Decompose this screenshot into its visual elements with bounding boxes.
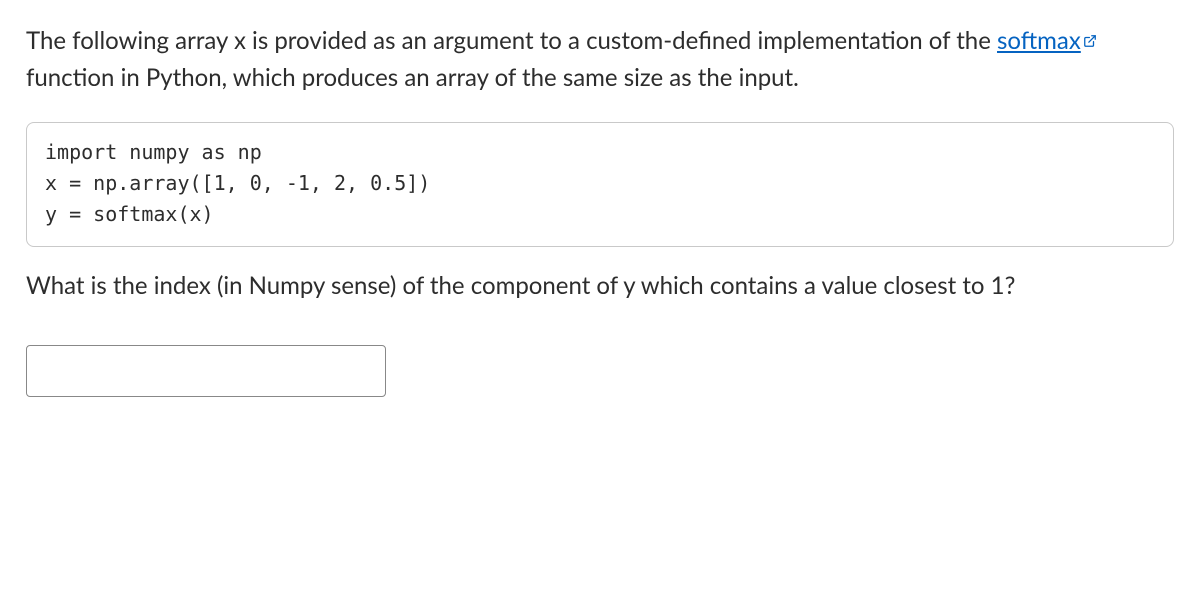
intro-text-pre: The following array x is provided as an … <box>26 26 997 55</box>
link-text: softmax <box>997 26 1081 55</box>
question-text: What is the index (in Numpy sense) of th… <box>26 267 1174 304</box>
softmax-link[interactable]: softmax <box>997 26 1081 55</box>
external-link-icon <box>1083 21 1097 58</box>
code-block: import numpy as np x = np.array([1, 0, -… <box>26 122 1174 247</box>
answer-input[interactable] <box>26 345 386 397</box>
question-container: The following array x is provided as an … <box>0 0 1200 427</box>
intro-text-post: function in Python, which produces an ar… <box>26 63 799 92</box>
intro-paragraph: The following array x is provided as an … <box>26 22 1174 96</box>
